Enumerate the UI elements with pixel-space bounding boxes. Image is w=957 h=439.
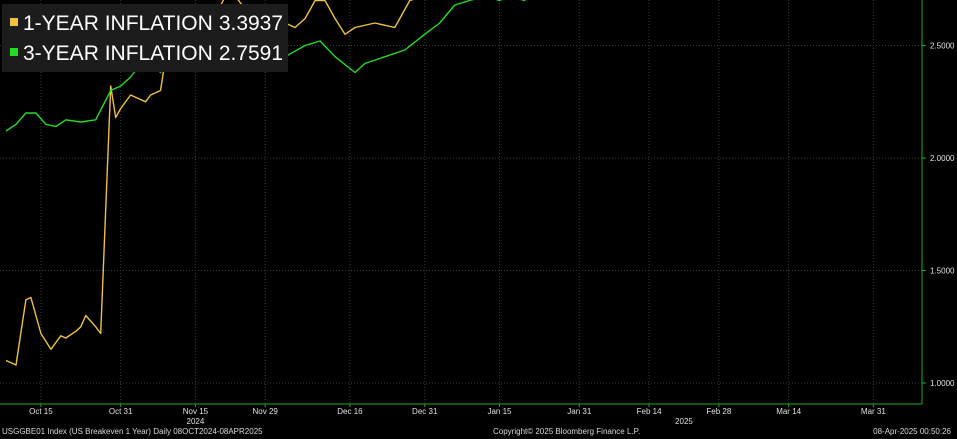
- x-tick-label: Oct 31: [109, 407, 133, 416]
- legend-item-3yr: 3-YEAR INFLATION 2.7591: [10, 40, 283, 68]
- legend-value-1yr: 3.3937: [218, 12, 284, 35]
- legend-swatch-1yr: [10, 18, 18, 26]
- y-tick-label: 2.0000: [930, 154, 955, 163]
- x-tick-label: Oct 15: [29, 407, 53, 416]
- y-tick-label: 1.5000: [930, 267, 955, 276]
- x-tick-label: Nov 15: [183, 407, 209, 416]
- legend-item-1yr: 1-YEAR INFLATION 3.3937: [10, 10, 283, 38]
- x-tick-label: Mar 14: [776, 407, 801, 416]
- x-tick-label: Dec 31: [412, 407, 438, 416]
- x-tick-label: Feb 28: [706, 407, 731, 416]
- footer-copyright: Copyright© 2025 Bloomberg Finance L.P.: [493, 427, 641, 436]
- y-tick-label: 1.0000: [930, 379, 955, 388]
- x-tick-label: Nov 29: [253, 407, 279, 416]
- year-label: 2025: [675, 417, 693, 426]
- legend-label-3yr: 3-YEAR INFLATION: [23, 42, 213, 65]
- legend-value-3yr: 2.7591: [218, 42, 284, 65]
- x-tick-label: Jan 15: [487, 407, 512, 416]
- legend-swatch-3yr: [10, 48, 18, 56]
- x-tick-label: Mar 31: [861, 407, 886, 416]
- year-label: 2024: [187, 417, 205, 426]
- y-tick-label: 2.5000: [930, 42, 955, 51]
- footer-timestamp: 08-Apr-2025 00:50:26: [873, 427, 951, 436]
- legend-label-1yr: 1-YEAR INFLATION: [23, 12, 213, 35]
- legend: 1-YEAR INFLATION 3.3937 3-YEAR INFLATION 2…: [2, 4, 288, 72]
- x-tick-label: Dec 16: [337, 407, 363, 416]
- x-tick-label: Feb 14: [637, 407, 662, 416]
- x-tick-label: Jan 31: [567, 407, 592, 416]
- footer-source: USGGBE01 Index (US Breakeven 1 Year) Dai…: [2, 427, 263, 436]
